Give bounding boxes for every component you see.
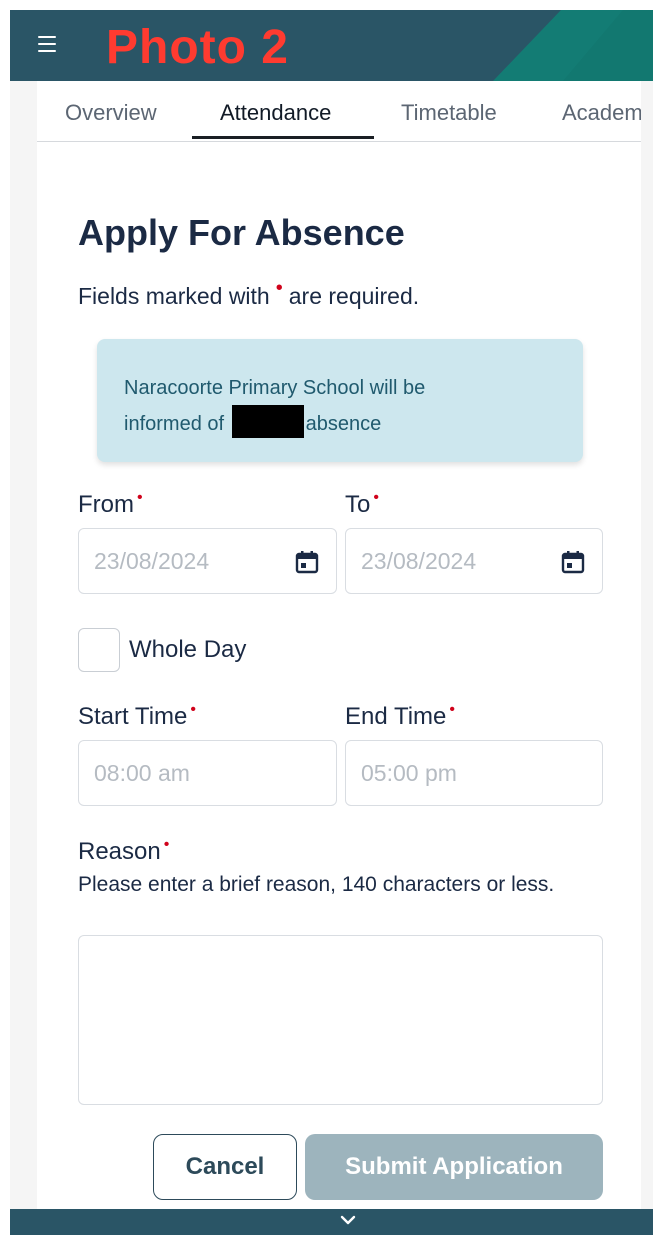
start-time-placeholder: 08:00 am	[94, 759, 190, 786]
end-time-field[interactable]: 05:00 pm	[345, 740, 603, 806]
notice-line-2-end: absence	[305, 413, 382, 435]
from-date-placeholder: 23/08/2024	[94, 547, 210, 574]
required-note-text: Fields marked with	[78, 283, 270, 309]
submit-application-button[interactable]: Submit Application	[305, 1134, 603, 1200]
whole-day-label: Whole Day	[129, 636, 247, 663]
from-label-text: From	[78, 491, 134, 518]
bottom-bar	[10, 1209, 653, 1235]
required-marker: •	[275, 277, 283, 299]
active-tab-indicator	[192, 136, 374, 139]
photo-overlay-label: Photo 2	[106, 21, 289, 74]
required-marker: •	[449, 701, 455, 718]
app-header: Photo 2	[10, 10, 653, 81]
reason-helper-text: Please enter a brief reason, 140 charact…	[78, 873, 555, 896]
to-label: To •	[345, 489, 379, 519]
chevron-down-icon[interactable]	[340, 1212, 356, 1228]
notice-line-2-start: informed of	[124, 413, 225, 435]
to-label-text: To	[345, 491, 371, 518]
required-marker: •	[373, 489, 379, 506]
start-time-label-text: Start Time	[78, 703, 188, 730]
tab-academic[interactable]: Academ	[562, 100, 641, 126]
to-date-placeholder: 23/08/2024	[361, 547, 477, 574]
redaction-box	[231, 405, 304, 438]
required-marker: •	[163, 836, 170, 853]
required-note-text-end: are required.	[288, 283, 420, 309]
tab-overview[interactable]: Overview	[65, 100, 157, 126]
start-time-field[interactable]: 08:00 am	[78, 740, 337, 806]
tab-bar: Overview Attendance Timetable Academ	[37, 88, 641, 142]
required-marker: •	[137, 489, 143, 506]
end-time-label: End Time •	[345, 701, 455, 731]
required-fields-note: Fields marked with • are required.	[78, 277, 420, 310]
info-notice: Naracoorte Primary School will be inform…	[97, 339, 583, 462]
from-label: From •	[78, 489, 143, 519]
cancel-button[interactable]: Cancel	[153, 1134, 297, 1200]
reason-label-text: Reason	[78, 838, 161, 865]
page-title: Apply For Absence	[78, 212, 405, 253]
tab-timetable[interactable]: Timetable	[401, 100, 497, 126]
tab-attendance[interactable]: Attendance	[220, 100, 331, 126]
reason-textarea[interactable]	[78, 935, 603, 1105]
required-marker: •	[190, 701, 196, 718]
to-date-field[interactable]: 23/08/2024	[345, 528, 603, 594]
calendar-icon[interactable]	[560, 549, 586, 575]
end-time-placeholder: 05:00 pm	[361, 759, 457, 786]
reason-label: Reason •	[78, 836, 170, 866]
notice-line-1: Naracoorte Primary School will be	[124, 377, 426, 399]
calendar-icon[interactable]	[294, 549, 320, 575]
start-time-label: Start Time •	[78, 701, 196, 731]
notice-line-2: informed of absence	[124, 405, 583, 441]
hamburger-icon[interactable]	[38, 36, 56, 52]
end-time-label-text: End Time	[345, 703, 447, 730]
from-date-field[interactable]: 23/08/2024	[78, 528, 337, 594]
whole-day-checkbox[interactable]	[78, 628, 120, 672]
